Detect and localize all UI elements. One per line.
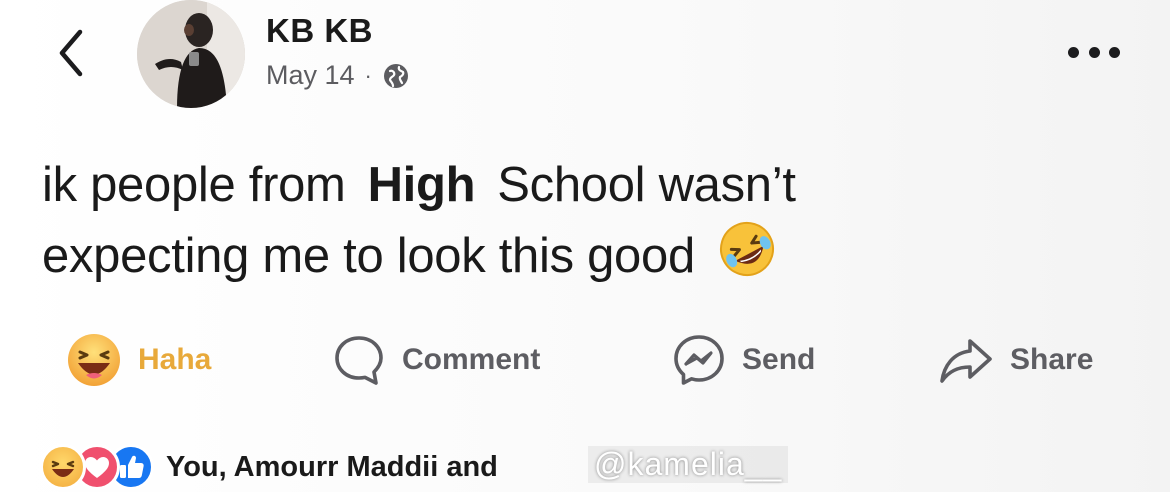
post-text-part1: ik people from — [42, 158, 346, 212]
post-text-highlight: High — [367, 158, 476, 212]
share-arrow-icon — [940, 339, 992, 383]
reactors-text[interactable]: You, Amourr Maddii and — [166, 451, 498, 484]
more-dots-icon — [1088, 46, 1100, 58]
reaction-summary[interactable]: You, Amourr Maddii and — [40, 444, 498, 490]
more-dots-icon — [1068, 46, 1079, 58]
more-dots-icon — [1109, 46, 1120, 58]
post-action-bar: Haha Comment Send Share — [0, 328, 1170, 392]
comment-button[interactable]: Comment — [332, 328, 540, 392]
post-body: ik people from High School wasn’t expectin… — [42, 150, 796, 297]
back-button[interactable] — [52, 26, 92, 80]
haha-label: Haha — [138, 343, 212, 376]
haha-emoji-icon — [68, 334, 120, 386]
post-meta: May 14 · — [266, 60, 410, 91]
post-text-part2: School wasn’t — [497, 158, 796, 212]
post-text-line2: expecting me to look this good — [42, 229, 695, 283]
comment-bubble-icon — [335, 336, 383, 385]
post-line-2: expecting me to look this good — [42, 220, 796, 297]
more-options-button[interactable] — [1068, 40, 1120, 64]
chevron-left-icon — [59, 29, 83, 77]
meta-separator: · — [364, 62, 372, 88]
profile-photo — [137, 0, 245, 108]
post-screen: KB KB May 14 · ik people from High School … — [0, 0, 1170, 492]
globe-icon — [383, 63, 408, 88]
comment-label: Comment — [402, 343, 541, 376]
post-date[interactable]: May 14 — [266, 60, 355, 91]
watermark: @kamelia__ — [588, 446, 789, 483]
avatar[interactable] — [137, 0, 245, 108]
author-name[interactable]: KB KB — [266, 12, 373, 50]
send-label: Send — [742, 343, 816, 376]
send-button[interactable]: Send — [672, 328, 815, 392]
share-button[interactable]: Share — [938, 328, 1093, 392]
rofl-emoji-icon — [718, 220, 776, 297]
share-label: Share — [1010, 343, 1094, 376]
haha-reaction-icon — [40, 444, 86, 490]
post-line-1: ik people from High School wasn’t — [42, 150, 796, 220]
haha-button[interactable]: Haha — [66, 328, 211, 392]
messenger-icon — [674, 335, 724, 385]
